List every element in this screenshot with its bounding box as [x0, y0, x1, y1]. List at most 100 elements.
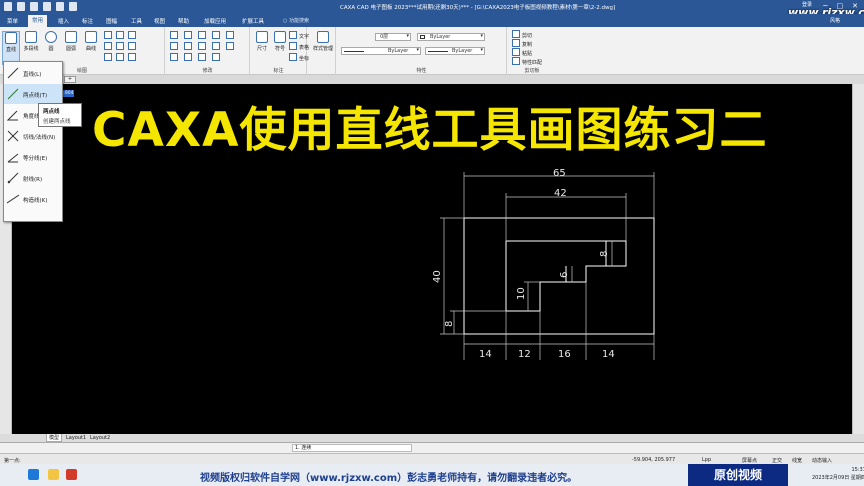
fillet-tool[interactable]: [198, 42, 208, 51]
lineweight-select[interactable]: ByLayer: [425, 47, 485, 55]
coordinate-button[interactable]: 坐标: [289, 53, 309, 62]
tab-common[interactable]: 常用: [28, 15, 48, 27]
style-manager-icon: [317, 31, 329, 43]
delete-tool[interactable]: [212, 53, 222, 62]
command-line: 1. 连续: [0, 442, 864, 453]
annotate-group: 尺寸 符号 文字 表格 坐标 标注: [251, 27, 309, 75]
move-tool[interactable]: [170, 31, 180, 40]
cut-button[interactable]: 剪切: [512, 30, 532, 39]
point-tool[interactable]: [116, 42, 126, 51]
copy-tool[interactable]: [184, 31, 194, 40]
tab-extend-tools[interactable]: 扩展工具: [238, 16, 268, 26]
dimension-button[interactable]: 尺寸: [253, 31, 271, 52]
line-type-dropdown: 直线(L) 两点线(T) 角度线(A) 切线/法线(N) 等分线(E) 射线(R…: [3, 61, 63, 222]
tab-sheet[interactable]: 图幅: [102, 16, 121, 26]
trim-tool[interactable]: [170, 42, 180, 51]
extend-tool[interactable]: [184, 42, 194, 51]
redo-icon[interactable]: [69, 2, 77, 11]
annotate-group-label: 标注: [273, 68, 284, 74]
modify-group: 修改: [166, 27, 250, 75]
block-tool[interactable]: [128, 53, 138, 62]
rotate-tool[interactable]: [198, 31, 208, 40]
table-button[interactable]: 表格: [289, 42, 309, 51]
menu-item-two-point-line[interactable]: 两点线(T): [4, 84, 62, 104]
dimension-icon: [256, 31, 268, 43]
new-tab-button[interactable]: +: [64, 76, 76, 83]
two-point-line-icon: [7, 88, 19, 100]
copyright-banner: 视频版权归软件自学网（www.rjzxw.com）彭志勇老师持有，请勿翻录违者必…: [200, 473, 578, 484]
mirror-tool[interactable]: [212, 31, 222, 40]
arc-button[interactable]: 圆弧: [62, 31, 80, 52]
command-prompt: 第一点:: [4, 458, 21, 464]
save-icon[interactable]: [30, 2, 38, 11]
array-tool[interactable]: [226, 42, 236, 51]
line-button[interactable]: 直线: [2, 31, 20, 65]
bisect-line-icon: [7, 153, 19, 163]
tab-layout1[interactable]: Layout1: [64, 434, 88, 442]
symbol-button[interactable]: 符号: [271, 31, 289, 52]
tab-menu[interactable]: 菜单: [3, 16, 22, 26]
document-tab-strip: +: [0, 75, 864, 84]
spline-tool[interactable]: [128, 42, 138, 51]
undo-icon[interactable]: [56, 2, 64, 11]
tab-insert[interactable]: 插入: [54, 16, 73, 26]
feature-search[interactable]: ○ 功能搜索: [283, 17, 309, 24]
clipboard-group-label: 剪切板: [524, 68, 540, 74]
circle-icon: [45, 31, 57, 43]
tab-help[interactable]: 帮助: [174, 16, 193, 26]
layer-select[interactable]: 0层: [375, 33, 411, 41]
tab-annotate[interactable]: 标注: [78, 16, 97, 26]
app-icon[interactable]: [66, 469, 77, 480]
menu-item-tangent-line[interactable]: 切线/法线(N): [4, 126, 62, 146]
angle-line-icon: [7, 110, 18, 121]
tab-tools[interactable]: 工具: [127, 16, 146, 26]
tab-view[interactable]: 视图: [150, 16, 169, 26]
style-manager-button[interactable]: 样式管理: [312, 31, 334, 52]
offset-tool[interactable]: [116, 53, 126, 62]
hatch-tool[interactable]: [104, 42, 114, 51]
tab-load-app[interactable]: 加载应用: [200, 16, 230, 26]
command-mode-select[interactable]: 1. 连续: [292, 444, 412, 452]
curve-button[interactable]: 曲线: [82, 31, 100, 52]
menu-item-bisect-line[interactable]: 等分线(E): [4, 147, 62, 167]
menu-item-ray[interactable]: 射线(R): [4, 168, 62, 188]
ortho-toggle[interactable]: 正交: [772, 457, 782, 464]
style-selector[interactable]: 风格: [830, 17, 840, 24]
break-tool[interactable]: [170, 53, 180, 62]
symbol-icon: [274, 31, 286, 43]
ray-icon: [7, 172, 19, 184]
new-file-icon[interactable]: [4, 2, 12, 11]
tab-model[interactable]: 模型: [46, 434, 63, 442]
explode-tool[interactable]: [198, 53, 208, 62]
polygon-tool[interactable]: [128, 31, 138, 40]
tab-layout2[interactable]: Layout2: [88, 434, 112, 442]
paste-button[interactable]: 粘贴: [512, 48, 532, 57]
ellipse-tool[interactable]: [116, 31, 126, 40]
rectangle-tool[interactable]: [104, 31, 114, 40]
file-explorer-icon[interactable]: [48, 469, 59, 480]
construction-line-icon: [7, 194, 19, 204]
polyline-button[interactable]: 多段线: [22, 31, 40, 52]
stretch-tool[interactable]: [184, 53, 194, 62]
open-file-icon[interactable]: [17, 2, 25, 11]
lineweight-toggle[interactable]: 线宽: [792, 457, 802, 464]
start-icon[interactable]: [28, 469, 39, 480]
text-button[interactable]: 文字: [289, 31, 309, 40]
snap-mode-select[interactable]: 屏幕点: [742, 457, 757, 464]
match-properties-button[interactable]: 特性匹配: [512, 57, 542, 66]
layout-tabs: 模型 Layout1 Layout2: [0, 434, 864, 442]
menu-item-line[interactable]: 直线(L): [4, 63, 62, 83]
chamfer-tool[interactable]: [212, 42, 222, 51]
centerline-tool[interactable]: [104, 53, 114, 62]
polyline-icon: [25, 31, 37, 43]
arc-icon: [65, 31, 77, 43]
menu-item-construction-line[interactable]: 构造线(K): [4, 189, 62, 209]
copy-button[interactable]: 复制: [512, 39, 532, 48]
circle-button[interactable]: 圆: [42, 31, 60, 52]
color-select[interactable]: ByLayer: [417, 33, 485, 41]
linetype-select[interactable]: ByLayer: [341, 47, 421, 55]
dynamic-input-toggle[interactable]: 动态输入: [812, 457, 832, 464]
scale-tool[interactable]: [226, 31, 236, 40]
print-icon[interactable]: [43, 2, 51, 11]
window-title: CAXA CAD 电子图板 2023***试用期(还剩30天)*** - [G:…: [340, 5, 616, 11]
